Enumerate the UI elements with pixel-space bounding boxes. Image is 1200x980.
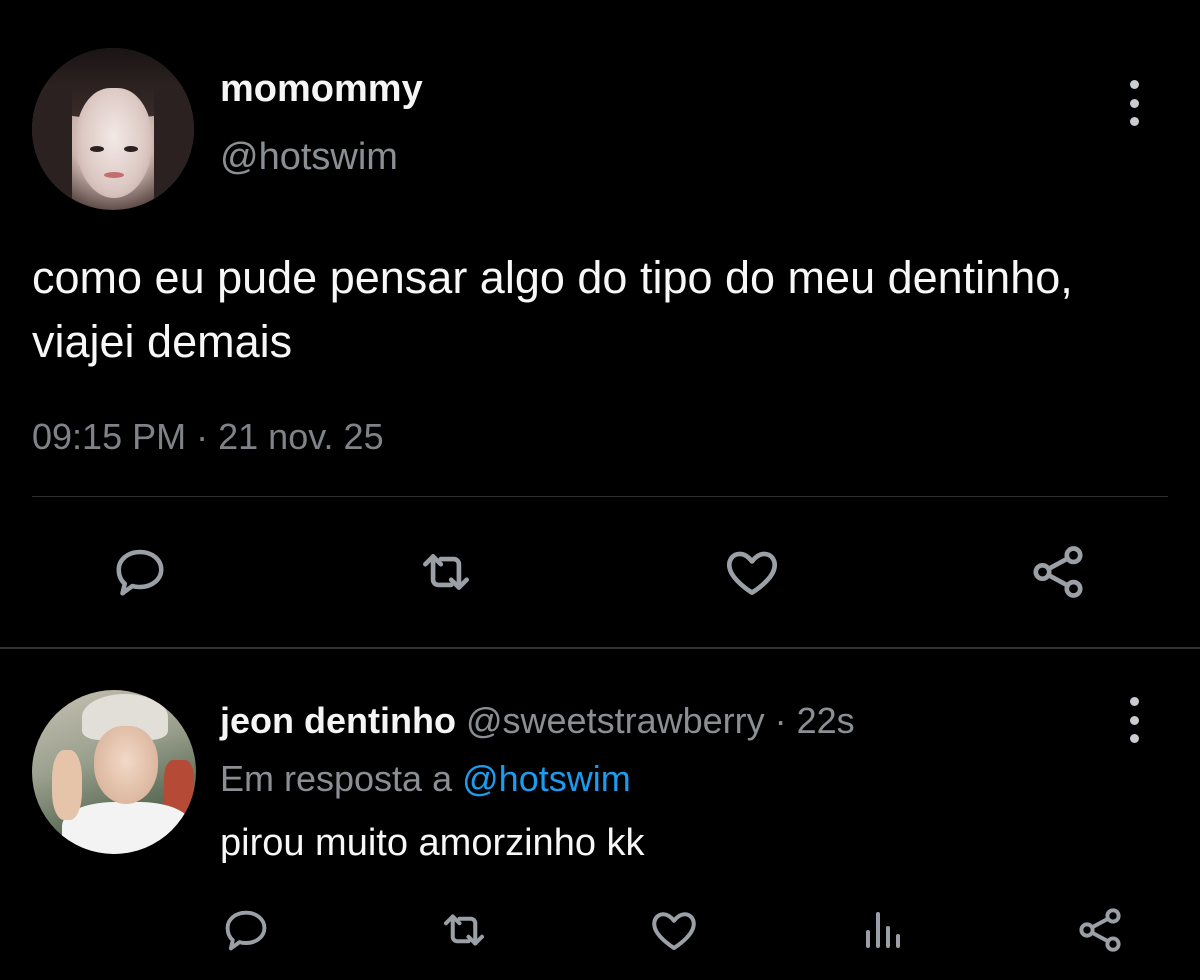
reply-to-prefix: Em resposta a [220,758,453,799]
share-button[interactable] [1026,540,1090,604]
reply-icon [116,549,164,596]
retweet-icon [423,554,469,590]
thread-divider [0,647,1200,649]
reply-tweet-time[interactable]: 22s [797,700,855,741]
reply-more-options-icon[interactable] [1126,697,1142,743]
reply-tweet-text: pirou muito amorzinho kk [220,822,645,864]
main-tweet-date: 21 nov. 25 [218,416,384,457]
reply-icon [225,910,267,951]
main-tweet-display-name[interactable]: momommy [220,68,423,111]
reply-share-button[interactable] [1068,898,1132,962]
main-tweet-text: como eu pude pensar algo do tipo do meu … [32,252,1073,367]
like-icon [652,912,696,951]
views-icon [866,912,900,948]
reply-tweet-handle[interactable]: @sweetstrawberry [466,700,765,741]
reply-button[interactable] [108,540,172,604]
reply-to-handle-link[interactable]: @hotswim [462,758,631,799]
share-icon [1079,908,1121,952]
main-tweet-handle[interactable]: @hotswim [220,136,398,179]
retweet-icon [443,914,485,946]
tweet-thread: momommy @hotswim como eu pude pensar alg… [0,0,1200,980]
reply-tweet-avatar[interactable] [32,690,196,854]
reply-tweet-header: jeon dentinho @sweetstrawberry · 22s [220,700,855,742]
like-icon [727,551,777,595]
reply-tweet-display-name[interactable]: jeon dentinho [220,700,456,741]
main-tweet-separator: · [196,416,209,457]
main-tweet-timestamp: 09:15 PM · 21 nov. 25 [32,416,384,458]
retweet-button[interactable] [414,540,478,604]
more-options-icon[interactable] [1126,80,1142,126]
main-tweet-avatar[interactable] [32,48,194,210]
divider [32,496,1168,497]
reply-reply-button[interactable] [214,898,278,962]
reply-retweet-button[interactable] [432,898,496,962]
reply-views-button[interactable] [850,898,914,962]
share-icon [1033,546,1083,598]
main-tweet-time: 09:15 PM [32,416,187,457]
reply-tweet-separator: · [774,700,787,741]
like-button[interactable] [720,540,784,604]
reply-like-button[interactable] [642,898,706,962]
reply-to-line: Em resposta a @hotswim [220,758,631,800]
main-tweet: momommy @hotswim como eu pude pensar alg… [0,0,1200,648]
